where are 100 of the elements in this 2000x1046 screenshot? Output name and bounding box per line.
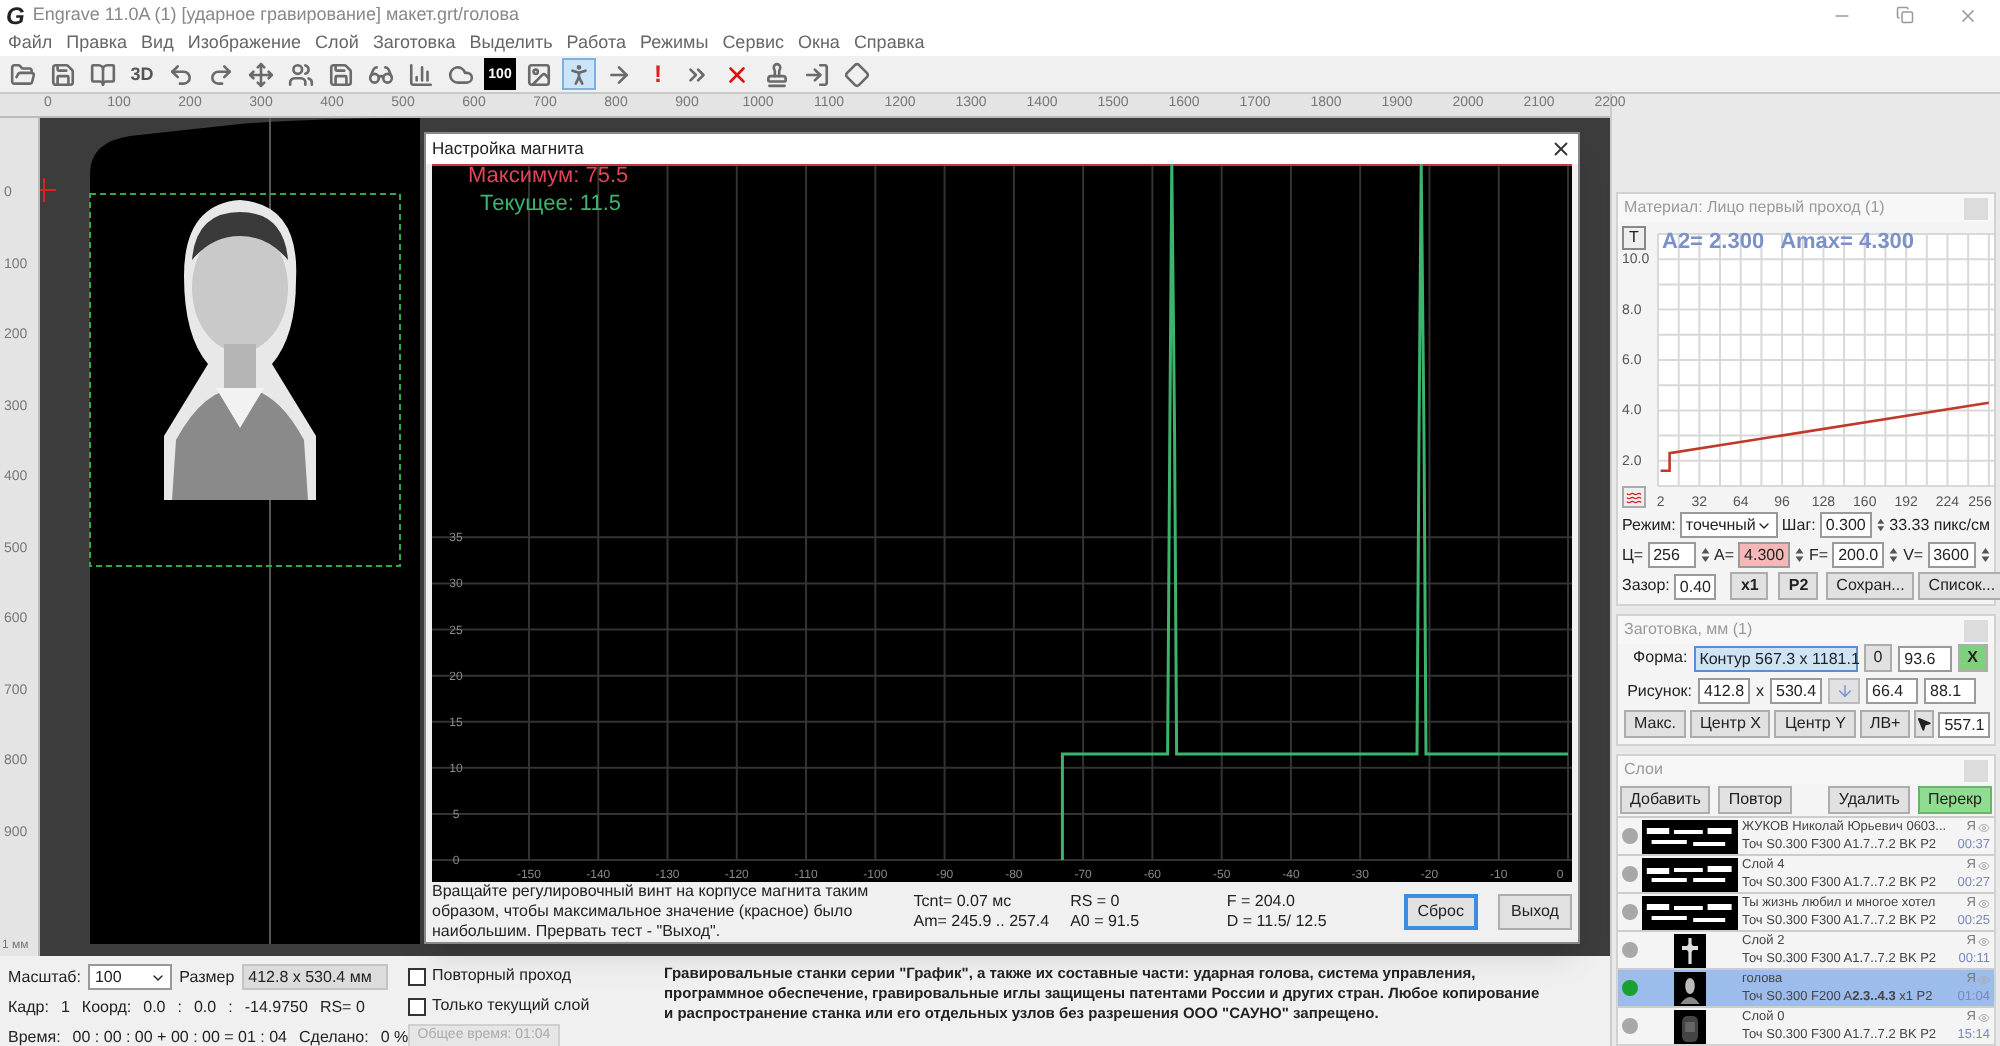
coordinate-value: : — [177, 996, 182, 1020]
save-icon[interactable] — [324, 58, 358, 90]
image-icon[interactable] — [522, 58, 556, 90]
menu-item[interactable]: Справка — [853, 34, 925, 52]
layer-button[interactable]: Повтор — [1718, 786, 1793, 814]
toolbar-button[interactable]: 3D — [126, 58, 158, 90]
move-icon[interactable] — [244, 58, 278, 90]
param-field[interactable]: 200.0 — [1832, 542, 1885, 568]
menu-item[interactable]: Выделить — [469, 34, 553, 52]
checkbox[interactable]: Только текущий слой — [408, 994, 648, 1018]
offset-field[interactable]: 88.1 — [1924, 678, 1976, 704]
t-button[interactable]: T — [1622, 226, 1646, 250]
stat-value: D = 11.5/ 12.5 — [1226, 912, 1329, 932]
checkbox[interactable]: Повторный проход — [408, 964, 648, 988]
panel-title: Заготовка, мм (1) — [1624, 618, 1753, 642]
users-icon[interactable] — [284, 58, 318, 90]
layer-button[interactable]: Удалить — [1828, 786, 1910, 814]
wave-button[interactable] — [1622, 486, 1646, 508]
frame-value: 1 — [60, 996, 70, 1020]
toolbar-button[interactable]: ! — [642, 58, 674, 90]
gap-field[interactable]: 0.40 — [1673, 573, 1717, 599]
mode-select[interactable]: точечный — [1679, 512, 1778, 538]
width-field[interactable]: 412.8 — [1698, 678, 1750, 704]
field-label: Ц= — [1622, 543, 1644, 567]
login-icon[interactable] — [800, 58, 834, 90]
field-label: Рисунок: — [1625, 679, 1692, 703]
step-field[interactable]: 0.300 — [1819, 512, 1872, 538]
menu-item[interactable]: Режимы — [639, 34, 709, 52]
action-button[interactable]: Сохран... — [1826, 572, 1915, 600]
scale-select[interactable]: 100 — [88, 964, 172, 990]
restore-icon[interactable] — [1896, 6, 1914, 24]
instruction-text: Вращайте регулировочный винт на корпусе магнита таким образом, чтобы максимальное значение (красное) было наибольшим. Прервать тест - "Выход". — [432, 882, 871, 942]
times-sign: x — [1756, 679, 1764, 703]
done-value: 0 % — [380, 1026, 409, 1046]
menu-item[interactable]: Заготовка — [372, 34, 456, 52]
zero-button[interactable]: 0 — [1863, 644, 1893, 672]
stat-value: RS = 0 — [1070, 892, 1122, 912]
close-icon[interactable] — [1550, 138, 1572, 160]
window-title: Engrave 11.0A (1) [ударное гравирование] макет.grt/голова — [32, 1, 519, 28]
maximum-label: Максимум: 75.5 — [468, 166, 629, 188]
value-field[interactable]: 557.1 — [1938, 711, 1991, 737]
field-label: Сделано: — [299, 1026, 369, 1046]
pointer-button[interactable] — [1914, 710, 1935, 738]
dialog-button[interactable]: Выход — [1497, 894, 1573, 930]
align-button[interactable]: Макс. — [1624, 710, 1687, 738]
menu-item[interactable]: Правка — [66, 34, 128, 52]
shape-value-field[interactable]: 93.6 — [1898, 645, 1952, 671]
rs-value: RS= 0 — [319, 996, 365, 1020]
stat-value: Am= 245.9 .. 257.4 — [913, 912, 1051, 932]
action-button[interactable]: Список... — [1918, 572, 2000, 600]
stat-value: Tcnt= 0.07 мс — [913, 892, 1014, 912]
param-field[interactable]: 3600 — [1927, 542, 1976, 568]
panel-title: Материал: Лицо первый проход (1) — [1624, 196, 1885, 220]
layer-button[interactable]: Добавить — [1620, 786, 1711, 814]
menu-item[interactable]: Изображение — [187, 34, 302, 52]
diamond-icon[interactable] — [840, 58, 874, 90]
book-icon[interactable] — [86, 58, 120, 90]
resolution-label: 33.33 пикс/см — [1889, 513, 1990, 537]
size-field: 412.8 x 530.4 мм — [242, 964, 388, 990]
coordinate-value: -14.9750 — [244, 996, 308, 1020]
amax-value: Amax= 4.300 — [1780, 228, 1915, 258]
align-button[interactable]: ЛВ+ — [1859, 710, 1911, 738]
field-label: Форма: — [1631, 646, 1688, 670]
folder-open-icon[interactable] — [6, 58, 40, 90]
field-label: V= — [1903, 543, 1924, 567]
person-icon[interactable] — [562, 58, 596, 90]
menu-item[interactable]: Слой — [315, 34, 359, 52]
offset-field[interactable]: 66.4 — [1866, 678, 1918, 704]
shape-field[interactable]: Контур 567.3 x 1181.1 — [1693, 645, 1858, 671]
menu-item[interactable]: Файл — [8, 34, 53, 52]
height-field[interactable]: 530.4 — [1770, 678, 1822, 704]
coordinate-value: 0.0 — [143, 996, 166, 1020]
layer-button[interactable]: Перекр — [1917, 786, 1992, 814]
align-button[interactable]: Центр X — [1690, 710, 1771, 738]
param-field[interactable]: 256 — [1647, 542, 1696, 568]
dialog-button[interactable]: Сброс — [1403, 894, 1478, 930]
stat-value: F = 204.0 — [1226, 892, 1297, 912]
param-field[interactable]: 4.300 — [1738, 542, 1791, 568]
save-icon[interactable] — [46, 58, 80, 90]
menu-item[interactable]: Вид — [141, 34, 174, 52]
field-label: Масштаб: — [8, 965, 81, 989]
field-label: Кадр: — [8, 996, 49, 1020]
toggle-button[interactable]: P2 — [1778, 572, 1819, 600]
menu-item[interactable]: Работа — [566, 34, 626, 52]
field-label: Шаг: — [1781, 513, 1816, 537]
stat-value: A0 = 91.5 — [1070, 912, 1142, 932]
dialog-title: Настройка магнита — [432, 136, 584, 162]
toggle-button[interactable]: x1 — [1730, 572, 1769, 600]
panel-title: Слои — [1624, 758, 1663, 782]
field-label: Коорд: — [81, 996, 132, 1020]
field-label: Режим: — [1622, 513, 1676, 537]
coordinate-value: 0.0 — [193, 996, 217, 1020]
menu-item[interactable]: Окна — [798, 34, 840, 52]
menu-item[interactable]: Сервис — [722, 34, 785, 52]
a2-value: A2= 2.300 — [1662, 228, 1765, 258]
field-label: Размер — [179, 965, 235, 989]
align-button[interactable]: Центр Y — [1774, 710, 1856, 738]
bar-chart-icon[interactable] — [404, 58, 438, 90]
x-button[interactable]: X — [1957, 644, 1988, 672]
crosshair-icon — [40, 177, 57, 203]
